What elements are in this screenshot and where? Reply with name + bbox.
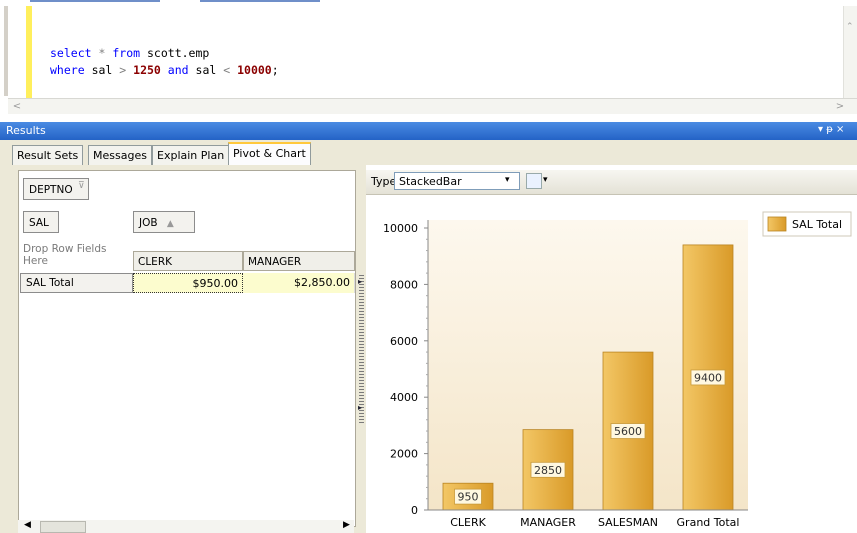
data-label: 950 [458,491,479,504]
stacked-bar-chart: 950 2850 5600 9400 0 2000 4000 6000 8000 10000 C… [383,211,852,529]
chart-options-icon[interactable] [526,173,542,189]
keyword: select [50,46,92,60]
change-marker-bar [26,6,32,98]
y-tick-label: 8000 [390,278,418,291]
pivot-grid: DEPTNO ⊽ SAL JOB ▲ Drop Row Fields Here … [18,170,356,527]
expand-right-icon[interactable]: ▸ [358,277,362,286]
field-label: JOB [139,217,158,229]
y-tick-label: 4000 [390,391,418,404]
sql-editor[interactable]: select * from scott.emp where sal > 1250… [0,0,857,118]
editor-vertical-scrollbar[interactable]: ⌃ [843,6,857,102]
chart-type-select[interactable]: StackedBar ▾ [394,172,520,190]
operator: < [223,63,231,77]
y-tick-label: 2000 [390,448,418,461]
scroll-left-icon[interactable]: < [10,100,24,113]
sort-asc-icon[interactable]: ▲ [167,219,174,229]
operator: > [119,63,127,77]
number-literal: 10000 [237,63,272,77]
tab-messages[interactable]: Messages [88,145,152,165]
chevron-down-icon[interactable]: ▾ [505,175,510,185]
field-label: DEPTNO [29,184,73,196]
pivot-cell-clerk[interactable]: $950.00 [133,273,243,293]
editor-horizontal-scrollbar[interactable]: < > [8,98,857,114]
column-field-job[interactable]: JOB ▲ [133,211,195,233]
data-label: 2850 [534,464,562,477]
x-axis: CLERK MANAGER SALESMAN Grand Total [428,509,748,529]
semicolon: ; [271,63,279,77]
number-literal: 1250 [133,63,161,77]
identifier: scott.emp [147,46,210,60]
keyword: where [50,63,85,77]
chart-toolbar: Type StackedBar ▾ ▾ [366,170,857,195]
operator: * [98,46,106,60]
x-tick-label: CLERK [450,516,486,529]
legend-label: SAL Total [792,218,842,231]
column-header-manager[interactable]: MANAGER [243,251,355,271]
scroll-right-icon[interactable]: ▶ [343,520,350,530]
drop-row-fields-hint: Drop Row Fields Here [23,243,107,267]
results-title: Results [6,124,46,137]
pane-splitter[interactable]: ▸ ▸ [358,165,366,533]
data-label: 5600 [614,425,642,438]
filter-field-deptno[interactable]: DEPTNO ⊽ [23,178,89,200]
data-label: 9400 [694,371,722,384]
scroll-left-icon[interactable]: ◀ [24,520,31,530]
panel-controls[interactable]: ▾ ᵽ × [818,124,844,135]
y-tick-label: 6000 [390,335,418,348]
scroll-thumb[interactable] [40,521,86,533]
code-line-1: select * from scott.emp [50,46,209,60]
keyword: from [112,46,141,60]
results-panel-header: Results ▾ ᵽ × [0,122,857,140]
identifier: sal [91,63,113,77]
tab-result-sets[interactable]: Result Sets [12,145,84,165]
results-tabs: Result Sets Messages Explain Plan Pivot … [0,140,857,166]
chart-type-value: StackedBar [399,175,462,188]
x-tick-label: MANAGER [520,516,576,529]
chart-pane: Type StackedBar ▾ ▾ 950 2850 5600 9400 0 200… [366,165,857,533]
tab-explain-plan[interactable]: Explain Plan [152,145,230,165]
pivot-pane: DEPTNO ⊽ SAL JOB ▲ Drop Row Fields Here … [0,165,358,533]
chart-type-label: Type [371,175,397,188]
y-tick-label: 0 [411,504,418,517]
pivot-horizontal-scrollbar[interactable]: ◀ ▶ [18,520,354,533]
legend: SAL Total [762,211,852,237]
editor-gutter [4,6,8,96]
y-axis: 0 2000 4000 6000 8000 10000 [383,220,429,517]
filter-icon[interactable]: ⊽ [78,175,85,197]
scroll-up-icon[interactable]: ⌃ [846,22,856,32]
x-tick-label: SALESMAN [598,516,658,529]
keyword: and [167,63,189,77]
row-header-sal-total[interactable]: SAL Total [20,273,133,293]
pivot-cell-manager[interactable]: $2,850.00 [243,273,355,293]
chevron-down-icon[interactable]: ▾ [543,175,548,185]
expand-right-icon[interactable]: ▸ [358,403,362,412]
y-tick-label: 10000 [383,222,418,235]
column-header-clerk[interactable]: CLERK [133,251,243,271]
code-line-2: where sal > 1250 and sal < 10000; [50,63,279,77]
data-field-sal[interactable]: SAL [23,211,59,233]
legend-swatch [767,216,787,232]
x-tick-label: Grand Total [677,516,740,529]
scroll-right-icon[interactable]: > [833,100,847,113]
tab-pivot-chart[interactable]: Pivot & Chart [228,142,311,166]
identifier: sal [195,63,217,77]
